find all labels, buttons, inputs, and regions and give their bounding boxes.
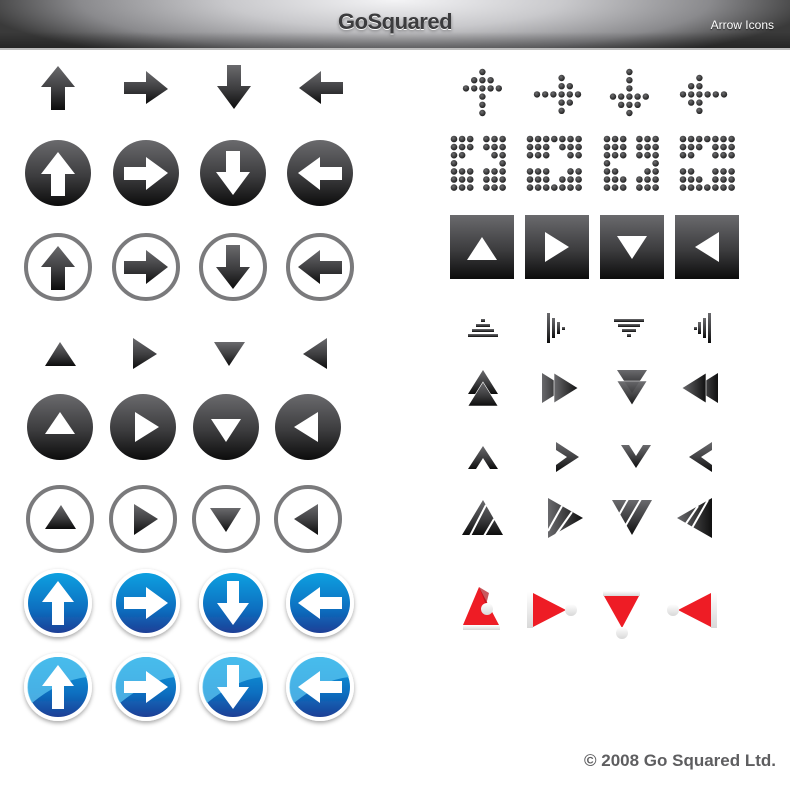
dotted-square-left-icon[interactable] — [679, 135, 735, 191]
dotted-square-row — [450, 135, 735, 191]
glossy-arrow-down-button[interactable] — [199, 653, 267, 721]
triangle-right-icon[interactable] — [133, 338, 157, 369]
copyright-notice: © 2008 Go Squared Ltd. — [583, 751, 776, 770]
ring-arrow-down-button[interactable] — [199, 233, 267, 301]
circle-arrow-left-button[interactable] — [287, 140, 353, 206]
circle-arrow-up-button[interactable] — [25, 140, 91, 206]
ring-triangle-right-button[interactable] — [109, 485, 177, 553]
chevron-right-icon[interactable] — [556, 442, 579, 472]
chevron-row — [468, 442, 712, 472]
arrow-right-icon[interactable] — [124, 71, 168, 104]
triangle-up-icon[interactable] — [45, 342, 76, 366]
double-triangle-row — [467, 370, 718, 407]
santa-hat-left-icon[interactable] — [667, 592, 717, 628]
circle-triangle-down-button[interactable] — [193, 394, 259, 460]
double-triangle-right-icon[interactable] — [542, 372, 579, 404]
plain-triangle-row — [45, 338, 327, 369]
triangle-down-icon[interactable] — [214, 342, 245, 366]
dotted-square-right-icon[interactable] — [526, 135, 582, 191]
blue-arrow-left-button[interactable] — [286, 569, 354, 637]
dotted-square-up-icon[interactable] — [450, 135, 506, 191]
square-triangle-up-button[interactable] — [450, 215, 514, 279]
dotted-square-down-icon[interactable] — [603, 135, 659, 191]
chevron-down-icon[interactable] — [621, 445, 651, 468]
bar-stack-right-icon[interactable] — [547, 313, 565, 343]
ring-arrow-up-button[interactable] — [24, 233, 92, 301]
blue-glossy-arrow-row — [24, 653, 354, 721]
ring-arrow-left-button[interactable] — [286, 233, 354, 301]
outline-circle-arrow-row — [24, 233, 354, 301]
blue-arrow-right-button[interactable] — [112, 569, 180, 637]
dotted-arrow-row — [462, 68, 728, 117]
santa-hat-row — [463, 587, 717, 639]
ring-triangle-down-button[interactable] — [192, 485, 260, 553]
square-triangle-right-button[interactable] — [525, 215, 589, 279]
circle-arrow-down-button[interactable] — [200, 140, 266, 206]
ring-arrow-right-button[interactable] — [112, 233, 180, 301]
square-triangle-left-button[interactable] — [675, 215, 739, 279]
glossy-arrow-right-button[interactable] — [112, 653, 180, 721]
blue-arrow-up-button[interactable] — [24, 569, 92, 637]
dotted-arrow-up-icon[interactable] — [462, 68, 502, 117]
arrow-left-icon[interactable] — [299, 71, 343, 104]
glossy-arrow-left-button[interactable] — [286, 653, 354, 721]
dark-circle-triangle-row — [27, 394, 341, 460]
double-triangle-left-icon[interactable] — [681, 372, 718, 404]
arrow-up-icon[interactable] — [41, 66, 75, 110]
striped-triangle-right-icon[interactable] — [547, 498, 583, 538]
santa-hat-right-icon[interactable] — [527, 592, 577, 628]
striped-triangle-row — [462, 498, 712, 538]
plain-arrow-row — [41, 65, 343, 110]
dotted-arrow-down-icon[interactable] — [609, 68, 649, 117]
santa-hat-down-icon[interactable] — [603, 591, 640, 639]
square-triangle-down-button[interactable] — [600, 215, 664, 279]
ring-triangle-up-button[interactable] — [26, 485, 94, 553]
outline-circle-triangle-row — [26, 485, 342, 553]
striped-triangle-up-icon[interactable] — [462, 500, 503, 537]
dark-square-triangle-row — [450, 215, 739, 279]
circle-triangle-up-button[interactable] — [27, 394, 93, 460]
bar-stack-left-icon[interactable] — [694, 313, 711, 343]
circle-triangle-right-button[interactable] — [110, 394, 176, 460]
glossy-arrow-up-button[interactable] — [24, 653, 92, 721]
bar-stack-up-icon[interactable] — [468, 319, 498, 337]
arrow-down-icon[interactable] — [217, 65, 251, 109]
bar-stack-arrow-row — [468, 313, 711, 343]
circle-arrow-right-button[interactable] — [113, 140, 179, 206]
blue-circle-arrow-row — [24, 569, 354, 637]
striped-triangle-left-icon[interactable] — [677, 498, 712, 538]
double-triangle-down-icon[interactable] — [616, 370, 648, 406]
chevron-left-icon[interactable] — [689, 442, 712, 472]
circle-triangle-left-button[interactable] — [275, 394, 341, 460]
santa-hat-up-icon[interactable] — [463, 587, 500, 630]
dotted-arrow-left-icon[interactable] — [679, 74, 728, 115]
triangle-left-icon[interactable] — [303, 338, 327, 369]
dotted-arrow-right-icon[interactable] — [533, 74, 582, 115]
chevron-up-icon[interactable] — [468, 446, 498, 469]
blue-arrow-down-button[interactable] — [199, 569, 267, 637]
bar-stack-down-icon[interactable] — [614, 319, 644, 337]
ring-triangle-left-button[interactable] — [274, 485, 342, 553]
double-triangle-up-icon[interactable] — [467, 370, 499, 407]
striped-triangle-down-icon[interactable] — [612, 498, 652, 535]
dark-circle-arrow-row — [25, 140, 353, 206]
icon-sheet — [24, 65, 739, 721]
